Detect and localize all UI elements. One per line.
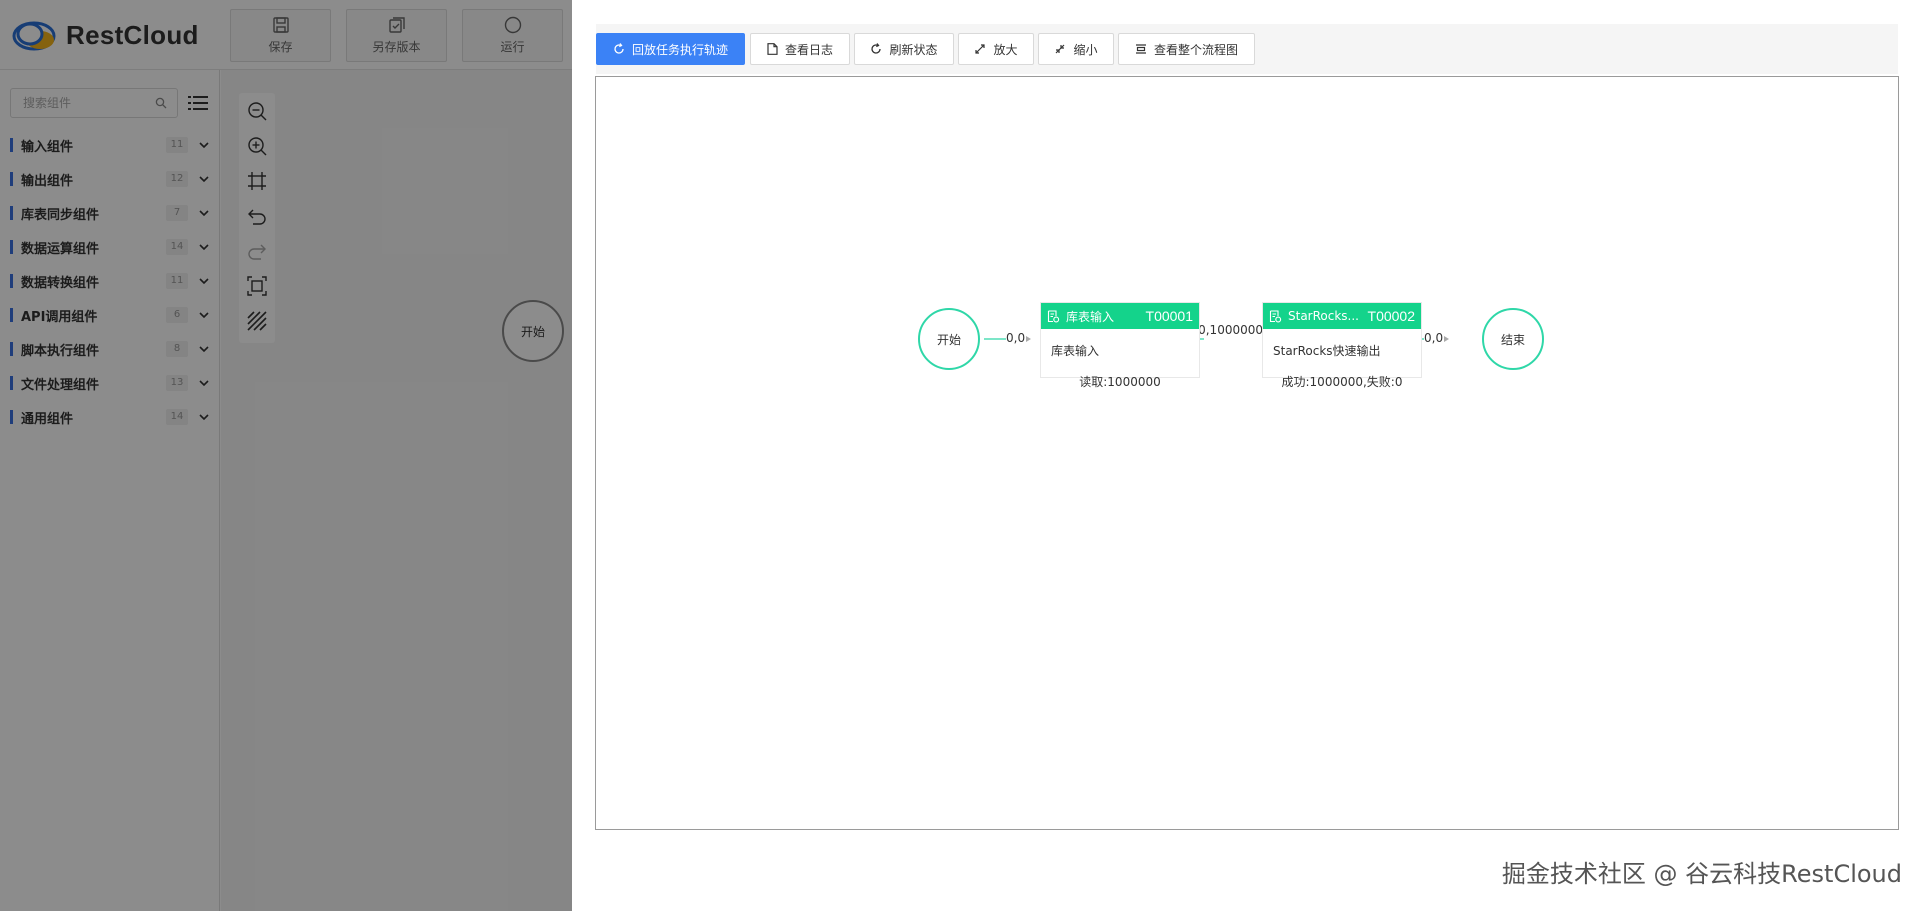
task-body: 库表输入 [1051,344,1100,358]
refresh-status-label: 刷新状态 [889,42,938,57]
flow-edges [984,336,1449,342]
output-task-icon [1269,309,1282,322]
view-log-button[interactable]: 查看日志 [750,33,850,65]
replay-trace-button[interactable]: 回放任务执行轨迹 [596,33,745,65]
view-log-label: 查看日志 [784,42,833,57]
flow-start-label: 开始 [936,332,961,347]
flow-start-node[interactable]: 开始 [918,308,980,370]
flow-end-node[interactable]: 结束 [1482,308,1544,370]
replay-trace-label: 回放任务执行轨迹 [631,42,728,57]
edge-arrow [1444,336,1449,342]
document-icon [767,43,778,55]
execution-trace-drawer: 回放任务执行轨迹 查看日志 刷新状态 放大 缩小 查看整个流程图 开始 0,0 … [572,0,1920,911]
flow-graph-frame: 开始 0,0 库表输入 T00001 库表输入 读取:1000000 10000… [595,76,1899,830]
task-name: StarRocks... [1288,309,1359,323]
refresh-icon [871,43,882,54]
fit-view-icon [1135,44,1146,54]
task-id: T00001 [1145,308,1193,324]
zoom-out-label: 缩小 [1073,42,1098,57]
edge-label-start: 0,0 [1006,331,1026,345]
task-node-t00001[interactable]: 库表输入 T00001 库表输入 [1040,302,1200,378]
view-full-flow-label: 查看整个流程图 [1153,42,1238,57]
shrink-icon [1056,44,1065,54]
table-task-icon [1047,309,1060,322]
task-id: T00002 [1367,308,1415,324]
refresh-status-button[interactable]: 刷新状态 [854,33,954,65]
flow-graph: 开始 0,0 库表输入 T00001 库表输入 读取:1000000 10000… [596,77,1898,829]
zoom-out-button[interactable]: 缩小 [1038,33,1114,65]
task-name: 库表输入 [1066,309,1115,324]
edge-label-middle: 1000000,1000000 [1200,323,1263,337]
task-node-t00002[interactable]: StarRocks... T00002 StarRocks快速输出 [1262,302,1422,378]
expand-icon [975,44,986,54]
zoom-in-label: 放大 [993,42,1018,57]
edge-label-middle-wrap: 1000000,1000000 [1200,323,1263,341]
task-stat: 读取:1000000 [1079,375,1161,389]
watermark-text: 掘金技术社区 @ 谷云科技RestCloud [1501,860,1902,888]
task-header: 库表输入 T00001 [1041,303,1199,329]
zoom-in-button[interactable]: 放大 [958,33,1034,65]
flow-end-label: 结束 [1500,332,1525,347]
task-header: StarRocks... T00002 [1263,303,1421,329]
task-body: StarRocks快速输出 [1273,344,1381,358]
view-full-flow-button[interactable]: 查看整个流程图 [1118,33,1255,65]
replay-icon [614,43,624,54]
drawer-toolbar: 回放任务执行轨迹 查看日志 刷新状态 放大 缩小 查看整个流程图 [596,24,1898,74]
edge-label-end: 0,0 [1424,331,1444,345]
task-stat: 成功:1000000,失败:0 [1281,375,1403,389]
edge-arrow [1026,336,1031,342]
